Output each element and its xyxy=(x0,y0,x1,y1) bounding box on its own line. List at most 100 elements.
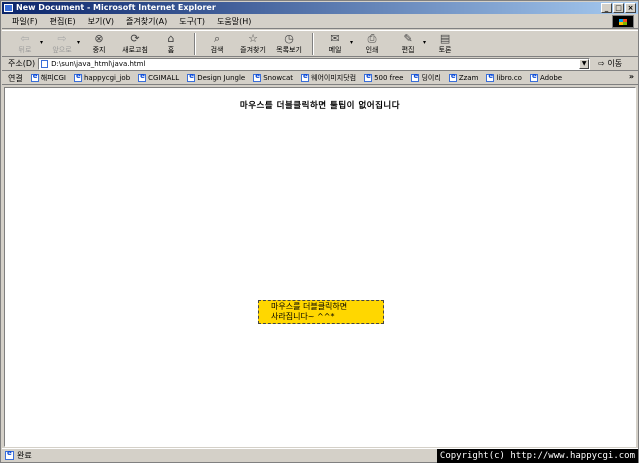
link-item[interactable]: Snowcat xyxy=(253,72,293,82)
refresh-button[interactable]: ⟳ 새로고침 xyxy=(122,31,148,55)
back-label: 뒤로 xyxy=(18,46,32,54)
menu-bar: 파일(F) 편집(E) 보기(V) 즐겨찾기(A) 도구(T) 도움말(H) xyxy=(2,14,638,29)
search-icon: ⌕ xyxy=(213,32,221,45)
edit-dropdown-icon[interactable]: ▾ xyxy=(423,39,426,46)
history-button[interactable]: ◷ 목록보기 xyxy=(276,31,302,55)
print-icon: ⎙ xyxy=(367,32,377,45)
address-bar: 주소(D) D:\sun\java_html\java.html ▼ ⇨ 이동 xyxy=(2,57,638,71)
status-bar: 완료 Copyright(c) http://www.happycgi.com xyxy=(2,448,638,463)
link-item[interactable]: 웨어이미지닷컴 xyxy=(301,72,356,83)
favorites-icon: ☆ xyxy=(248,32,258,45)
home-label: 홈 xyxy=(167,46,175,54)
forward-arrow-icon: ⇨ xyxy=(57,32,67,45)
tooltip-line-1: 마우스를 더블클릭하면 xyxy=(271,302,348,311)
links-more-button[interactable]: » xyxy=(629,72,634,81)
favorites-label: 즐겨찾기 xyxy=(240,46,266,54)
links-label: 연결 xyxy=(8,73,23,83)
ie-page-icon xyxy=(411,72,420,82)
stop-icon: ⊗ xyxy=(94,32,104,45)
link-item[interactable]: CGIMALL xyxy=(138,72,179,82)
ie-page-icon xyxy=(364,72,373,82)
history-icon: ◷ xyxy=(284,32,294,45)
history-label: 목록보기 xyxy=(276,46,302,54)
menu-file[interactable]: 파일(F) xyxy=(12,16,38,27)
menu-help[interactable]: 도움말(H) xyxy=(217,16,251,27)
link-item[interactable]: 딩이리 xyxy=(411,72,441,83)
tooltip-box[interactable]: 마우스를 더블클릭하면 사라집니다~ ^^* xyxy=(258,300,384,324)
browser-window: New Document - Microsoft Internet Explor… xyxy=(0,0,639,463)
ie-page-icon xyxy=(448,72,457,82)
mail-button[interactable]: ✉ 메일 xyxy=(322,31,348,55)
link-item[interactable]: Design Jungle xyxy=(187,72,245,82)
mail-dropdown-icon[interactable]: ▾ xyxy=(350,39,353,46)
link-item[interactable]: Adobe xyxy=(529,72,562,82)
address-value: D:\sun\java_html\java.html xyxy=(51,59,146,68)
maximize-button[interactable]: □ xyxy=(613,3,624,13)
page-icon xyxy=(41,59,49,68)
ie-status-icon xyxy=(5,449,14,460)
ie-page-icon xyxy=(138,72,147,82)
menu-tools[interactable]: 도구(T) xyxy=(179,16,205,27)
menu-favorites[interactable]: 즐겨찾기(A) xyxy=(126,16,167,27)
go-arrow-icon: ⇨ xyxy=(598,59,605,68)
page-content[interactable]: 마우스를 더블클릭하면 툴팁이 없어집니다 마우스를 더블클릭하면 사라집니다~… xyxy=(4,87,636,447)
forward-button[interactable]: ⇨ 앞으로 xyxy=(49,31,75,55)
go-button[interactable]: ⇨ 이동 xyxy=(598,58,622,69)
mail-icon: ✉ xyxy=(330,32,340,45)
back-dropdown-icon[interactable]: ▾ xyxy=(40,39,43,46)
refresh-icon: ⟳ xyxy=(130,32,140,45)
title-bar: New Document - Microsoft Internet Explor… xyxy=(2,2,638,14)
status-text: 완료 xyxy=(17,451,32,460)
standard-toolbar: ⇦ 뒤로 ▾ ⇨ 앞으로 ▾ ⊗ 중지 ⟳ 새로고침 ⌂ 홈 ⌕ 검색 ☆ 즐겨… xyxy=(2,30,638,57)
print-button[interactable]: ⎙ 인쇄 xyxy=(359,31,385,55)
stop-label: 중지 xyxy=(92,46,106,54)
discuss-icon: ▤ xyxy=(439,32,451,45)
ie-page-icon xyxy=(529,72,538,82)
favorites-button[interactable]: ☆ 즐겨찾기 xyxy=(240,31,266,55)
discuss-label: 토론 xyxy=(438,46,452,54)
page-heading: 마우스를 더블클릭하면 툴팁이 없어집니다 xyxy=(239,101,401,111)
minimize-button[interactable]: _ xyxy=(601,3,612,13)
print-label: 인쇄 xyxy=(365,46,379,54)
link-item[interactable]: happycgi_job xyxy=(74,72,130,82)
ie-page-icon xyxy=(30,72,39,82)
ie-page-icon xyxy=(74,72,82,82)
menu-view[interactable]: 보기(V) xyxy=(88,16,114,27)
link-item[interactable]: Zzam xyxy=(448,72,478,82)
toolbar-separator xyxy=(194,33,197,55)
menu-edit[interactable]: 편집(E) xyxy=(50,16,76,27)
edit-button[interactable]: ✎ 편집 xyxy=(395,31,421,55)
link-item[interactable]: 해피CGI xyxy=(30,72,66,83)
home-button[interactable]: ⌂ 홈 xyxy=(158,31,184,55)
search-label: 검색 xyxy=(210,46,224,54)
discuss-button[interactable]: ▤ 토론 xyxy=(432,31,458,55)
refresh-label: 새로고침 xyxy=(122,46,148,54)
address-dropdown-icon[interactable]: ▼ xyxy=(579,58,590,69)
close-button[interactable]: × xyxy=(625,3,636,13)
home-icon: ⌂ xyxy=(167,32,175,45)
windows-logo-icon xyxy=(612,15,634,28)
window-controls: _ □ × xyxy=(601,3,636,13)
forward-label: 앞으로 xyxy=(52,46,72,54)
link-item[interactable]: 500 free xyxy=(364,72,403,82)
ie-page-icon xyxy=(187,72,196,82)
edit-icon: ✎ xyxy=(403,32,413,45)
forward-dropdown-icon[interactable]: ▾ xyxy=(77,39,80,46)
ie-page-icon xyxy=(301,72,309,82)
address-input[interactable]: D:\sun\java_html\java.html ▼ xyxy=(38,57,591,70)
copyright-banner: Copyright(c) http://www.happycgi.com xyxy=(436,449,638,463)
link-item[interactable]: libro.co xyxy=(486,72,522,82)
back-arrow-icon: ⇦ xyxy=(20,32,30,45)
links-bar: 연결 해피CGI happycgi_job CGIMALL Design Jun… xyxy=(2,72,638,85)
ie-app-icon[interactable] xyxy=(4,4,13,12)
edit-label: 편집 xyxy=(401,46,415,54)
stop-button[interactable]: ⊗ 중지 xyxy=(86,31,112,55)
tooltip-line-2: 사라집니다~ ^^* xyxy=(271,312,335,321)
search-button[interactable]: ⌕ 검색 xyxy=(204,31,230,55)
ie-page-icon xyxy=(486,72,495,82)
ie-page-icon xyxy=(253,72,262,82)
window-title: New Document - Microsoft Internet Explor… xyxy=(16,3,216,12)
mail-label: 메일 xyxy=(328,46,342,54)
back-button[interactable]: ⇦ 뒤로 xyxy=(12,31,38,55)
toolbar-separator xyxy=(312,33,315,55)
